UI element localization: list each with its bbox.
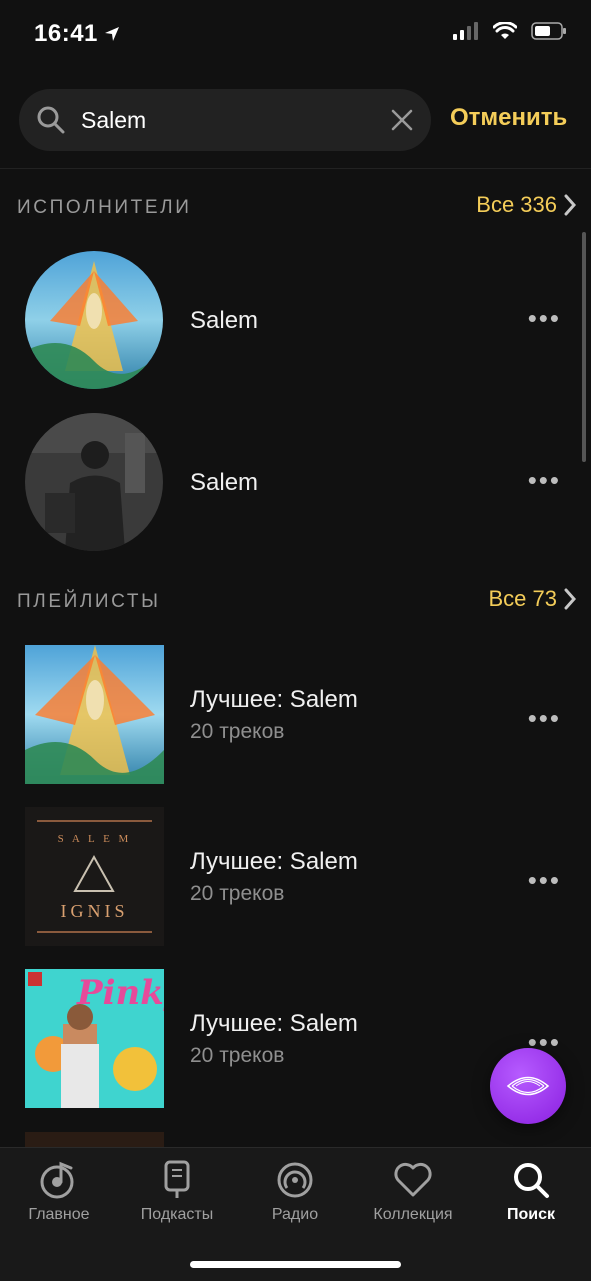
heart-icon: [394, 1162, 432, 1197]
radio-icon: [277, 1162, 313, 1198]
artist-name: Salem: [190, 469, 259, 496]
playlist-cover: Pinky: [25, 969, 164, 1108]
battery-icon: [531, 22, 566, 40]
chevron-right-icon: [564, 588, 577, 610]
search-icon: [37, 106, 65, 134]
signal-icon: [453, 22, 478, 40]
tab-search[interactable]: Поиск: [472, 1160, 590, 1224]
artist-avatar: [25, 251, 163, 389]
artist-avatar: [25, 413, 163, 551]
playlist-track-count: 20 треков: [190, 720, 285, 743]
status-time: 16:41: [34, 20, 120, 48]
artist-row[interactable]: Salem •••: [0, 413, 591, 553]
playlist-cover: S A L E M IGNIS: [25, 807, 164, 946]
wave-icon: [506, 1076, 550, 1096]
more-options-icon[interactable]: •••: [528, 465, 561, 496]
artists-section-title: ИСПОЛНИТЕЛИ: [17, 197, 192, 218]
playlist-row[interactable]: Лучшее: Salem 20 треков •••: [0, 645, 591, 785]
playlist-title: Лучшее: Salem: [190, 848, 358, 875]
cover-text-top: S A L E M: [57, 833, 132, 845]
more-options-icon[interactable]: •••: [528, 865, 561, 896]
more-options-icon[interactable]: •••: [528, 703, 561, 734]
wifi-icon: [493, 22, 517, 39]
tab-podcasts[interactable]: Подкасты: [118, 1160, 236, 1224]
microphone-icon: [164, 1160, 190, 1198]
tab-home[interactable]: Главное: [0, 1160, 118, 1224]
playlist-title: Лучшее: Salem: [190, 686, 358, 713]
playlist-cover: [25, 645, 164, 784]
playlist-cover-partial: [25, 1132, 164, 1148]
search-field[interactable]: [19, 89, 431, 151]
cover-text-bottom: IGNIS: [60, 901, 129, 921]
wave-fab-button[interactable]: [490, 1048, 566, 1124]
home-indicator: [190, 1261, 401, 1268]
note-icon: [40, 1161, 74, 1199]
artist-name: Salem: [190, 307, 259, 334]
playlist-track-count: 20 треков: [190, 1044, 285, 1067]
divider: [0, 168, 591, 169]
location-arrow-icon: [104, 27, 119, 41]
more-options-icon[interactable]: •••: [528, 303, 561, 334]
chevron-right-icon: [564, 194, 577, 216]
search-icon: [514, 1163, 549, 1198]
clear-icon[interactable]: [391, 109, 413, 131]
artist-row[interactable]: Salem •••: [0, 251, 591, 391]
cancel-button[interactable]: Отменить: [450, 104, 567, 132]
tab-radio[interactable]: Радио: [236, 1160, 354, 1224]
cover-text: Pinky: [77, 973, 164, 1013]
playlists-section-title: ПЛЕЙЛИСТЫ: [17, 591, 161, 612]
playlists-see-all-button[interactable]: Все 73: [489, 586, 578, 612]
status-indicators: [453, 22, 567, 40]
scrollbar[interactable]: [582, 232, 586, 462]
playlist-track-count: 20 треков: [190, 882, 285, 905]
artists-see-all-button[interactable]: Все 336: [476, 192, 577, 218]
search-input[interactable]: [79, 105, 391, 135]
tab-collection[interactable]: Коллекция: [354, 1160, 472, 1224]
playlist-title: Лучшее: Salem: [190, 1010, 358, 1037]
playlist-row[interactable]: S A L E M IGNIS Лучшее: Salem 20 треков …: [0, 807, 591, 947]
